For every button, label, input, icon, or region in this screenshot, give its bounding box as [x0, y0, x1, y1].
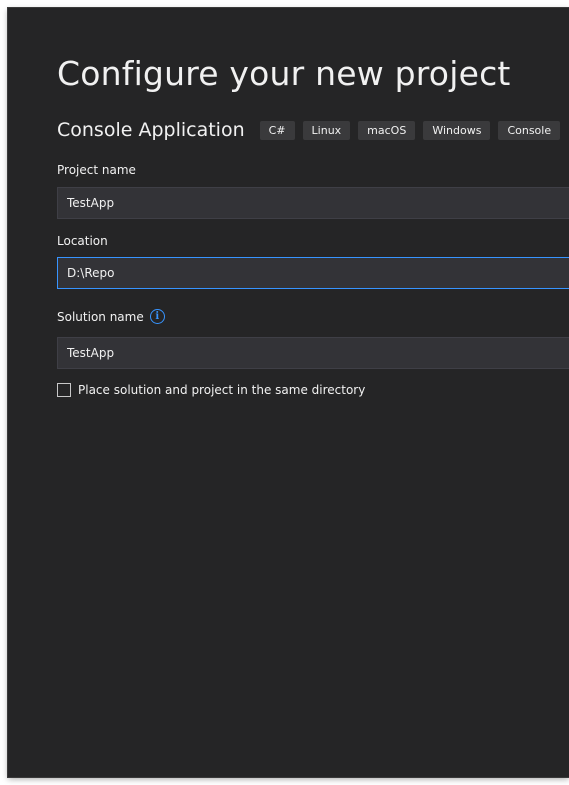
solution-name-input[interactable]	[57, 337, 569, 369]
configure-project-dialog: Configure your new project Console Appli…	[8, 8, 569, 777]
solution-name-label-text: Solution name	[57, 309, 144, 324]
template-name: Console Application	[57, 119, 245, 141]
project-name-label: Project name	[57, 163, 136, 177]
tag-macos: macOS	[358, 120, 416, 140]
project-name-input[interactable]	[57, 187, 569, 219]
solution-name-label: Solution name i	[57, 309, 165, 324]
info-icon[interactable]: i	[149, 309, 165, 324]
page-title: Configure your new project	[57, 54, 511, 93]
location-input[interactable]	[57, 257, 569, 289]
tag-linux: Linux	[302, 120, 351, 140]
template-info-row: Console Application C# Linux macOS Windo…	[57, 119, 568, 141]
tag-windows: Windows	[423, 120, 491, 140]
same-directory-label[interactable]: Place solution and project in the same d…	[78, 383, 365, 397]
location-label-text: Location	[57, 234, 108, 248]
same-directory-option[interactable]: Place solution and project in the same d…	[57, 383, 365, 397]
location-label: Location	[57, 234, 108, 248]
tag-csharp: C#	[259, 120, 295, 140]
tag-console: Console	[498, 120, 561, 140]
project-name-label-text: Project name	[57, 163, 136, 177]
same-directory-checkbox[interactable]	[57, 383, 71, 397]
